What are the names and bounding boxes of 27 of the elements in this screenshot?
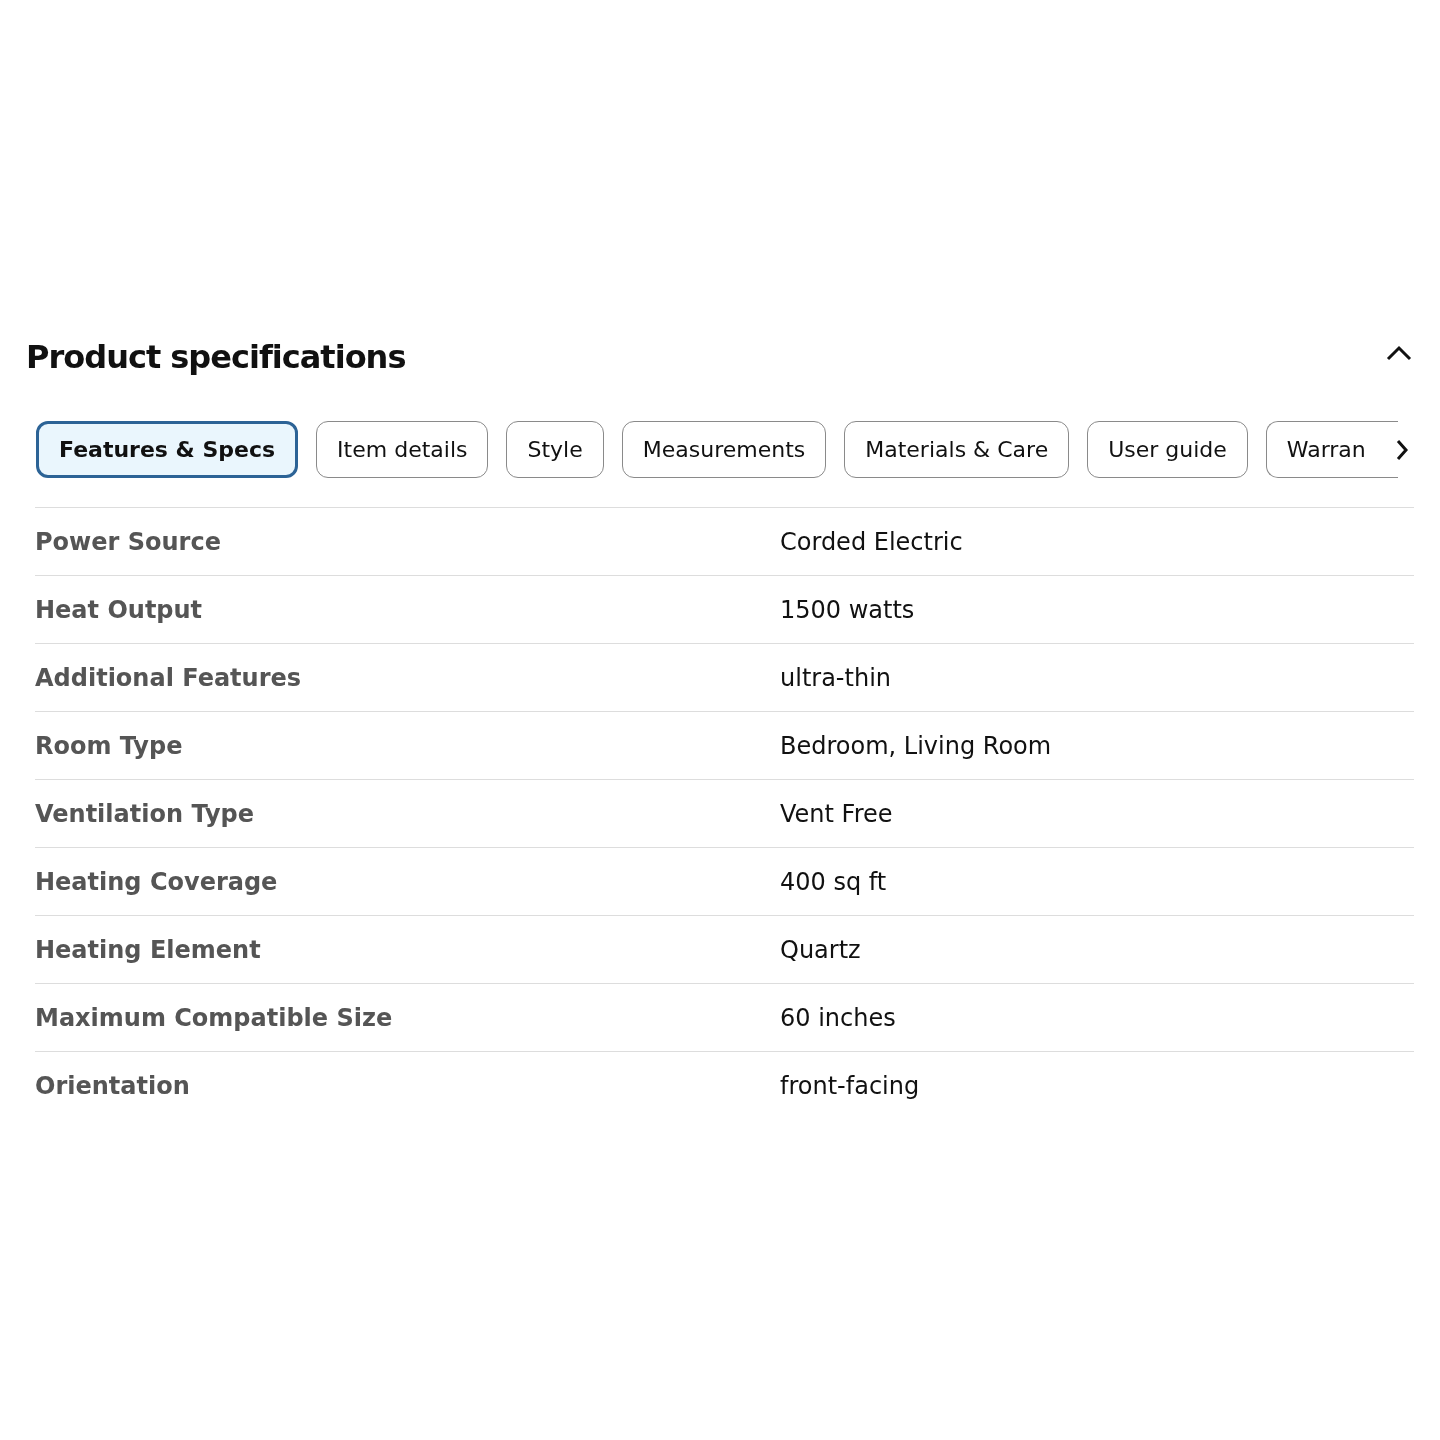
spec-value: Corded Electric bbox=[780, 527, 963, 556]
tab[interactable]: User guide bbox=[1087, 421, 1248, 478]
tab[interactable]: Warran bbox=[1265, 421, 1398, 478]
spec-name: Orientation bbox=[35, 1071, 190, 1100]
spec-value: Bedroom, Living Room bbox=[780, 731, 1052, 760]
spec-value: Quartz bbox=[780, 935, 861, 964]
spec-value: ultra-thin bbox=[780, 663, 892, 692]
tab[interactable]: Style bbox=[506, 421, 604, 478]
spec-name: Ventilation Type bbox=[35, 799, 254, 828]
spec-name: Power Source bbox=[35, 527, 221, 556]
spec-value: 1500 watts bbox=[780, 595, 915, 624]
spec-value: front-facing bbox=[780, 1071, 920, 1100]
spec-name: Additional Features bbox=[35, 663, 302, 692]
chevron-right-icon[interactable] bbox=[1394, 438, 1410, 462]
spec-value: 400 sq ft bbox=[780, 867, 887, 896]
tab[interactable]: Measurements bbox=[621, 421, 827, 478]
tab[interactable]: Item details bbox=[316, 421, 489, 478]
section-title: Product specifications bbox=[26, 338, 406, 376]
spec-name: Heating Element bbox=[35, 935, 261, 964]
spec-name: Maximum Compatible Size bbox=[35, 1003, 393, 1032]
tab[interactable]: Materials & Care bbox=[844, 421, 1070, 478]
spec-name: Heat Output bbox=[35, 595, 203, 624]
spec-name: Room Type bbox=[35, 731, 183, 760]
spec-value: Vent Free bbox=[780, 799, 893, 828]
spec-value: 60 inches bbox=[780, 1003, 896, 1032]
tab[interactable]: Features & Specs bbox=[36, 421, 299, 478]
spec-name: Heating Coverage bbox=[35, 867, 278, 896]
